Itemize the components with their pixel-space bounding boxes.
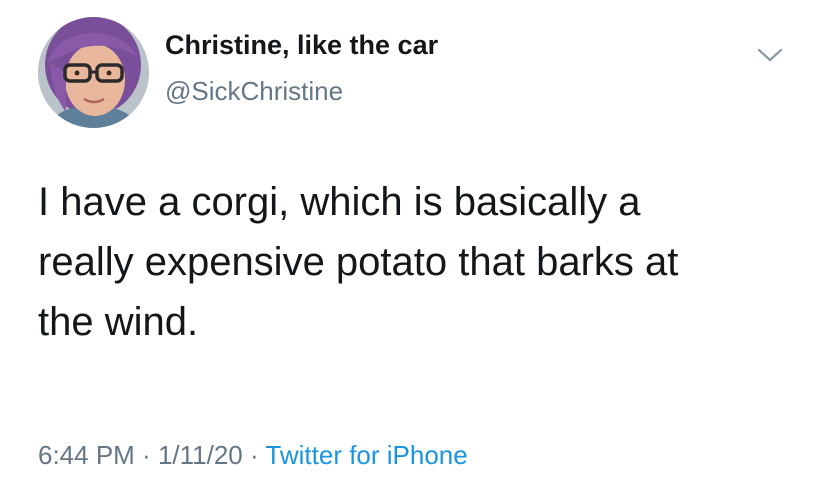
separator: · [134, 440, 158, 470]
tweet-text-line: the wind. [38, 300, 199, 344]
avatar-image [38, 17, 149, 128]
user-handle[interactable]: @SickChristine [165, 76, 343, 107]
tweet-metadata: 6:44 PM · 1/11/20 · Twitter for iPhone [38, 440, 468, 471]
tweet-text-line: really expensive potato that barks at [38, 240, 679, 284]
avatar[interactable] [38, 17, 149, 128]
tweet-text: I have a corgi, which is basically a rea… [38, 172, 798, 352]
tweet-time[interactable]: 6:44 PM [38, 440, 135, 470]
tweet-date[interactable]: 1/11/20 [158, 440, 243, 470]
tweet-source-link[interactable]: Twitter for iPhone [265, 440, 467, 470]
tweet-card: Christine, like the car @SickChristine I… [0, 0, 825, 500]
chevron-down-icon[interactable] [755, 45, 785, 65]
tweet-text-line: I have a corgi, which is basically a [38, 180, 641, 224]
display-name[interactable]: Christine, like the car [165, 30, 438, 61]
separator: · [242, 440, 266, 470]
